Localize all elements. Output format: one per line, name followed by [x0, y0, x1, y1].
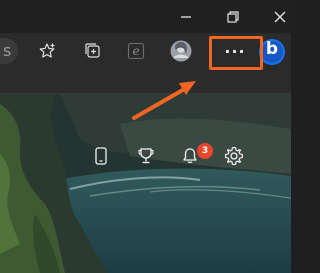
notification-badge: 3 — [197, 143, 213, 159]
close-icon[interactable] — [270, 7, 290, 27]
address-bar-text: s — [3, 41, 12, 60]
ie-mode-icon[interactable]: e — [125, 40, 147, 62]
new-tab-page-background — [0, 94, 291, 273]
landscape-image — [0, 94, 291, 273]
phone-icon[interactable] — [92, 145, 110, 167]
minimize-icon[interactable] — [176, 8, 196, 26]
favorites-star-icon[interactable] — [37, 40, 59, 62]
more-button-highlight — [209, 36, 263, 70]
profile-avatar-icon[interactable] — [169, 39, 193, 63]
gear-icon[interactable] — [223, 145, 245, 167]
restore-icon[interactable] — [223, 7, 243, 27]
collections-icon[interactable] — [82, 40, 104, 62]
title-bar — [0, 0, 291, 33]
trophy-icon[interactable] — [135, 145, 157, 167]
svg-text:e: e — [132, 44, 139, 58]
